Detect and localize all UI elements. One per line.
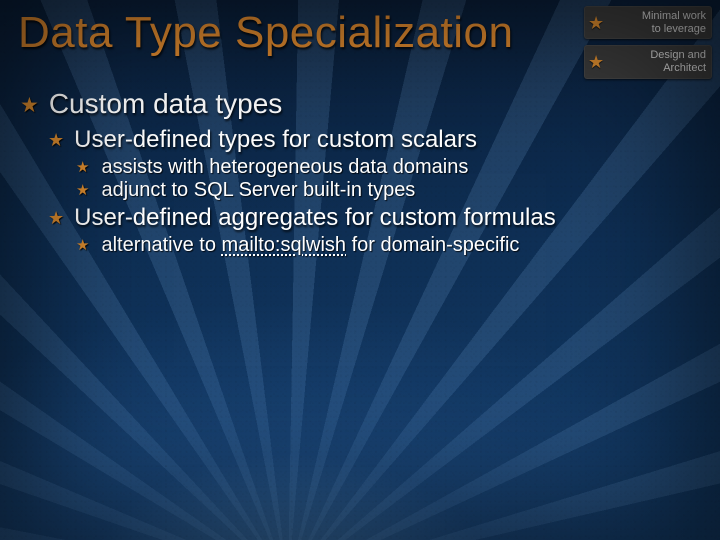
star-icon: ★ [76, 158, 89, 176]
bullet-text: adjunct to SQL Server built-in types [101, 179, 415, 202]
star-icon: ★ [588, 53, 604, 71]
list-item: ★ alternative to mailto:sqlwish for doma… [76, 234, 700, 257]
slide-title: Data Type Specialization [18, 8, 513, 58]
list-item: ★ User-defined aggregates for custom for… [48, 204, 700, 257]
badge-stack: ★ Minimal work to leverage ★ Design and … [584, 6, 712, 85]
slide: Data Type Specialization ★ Minimal work … [0, 0, 720, 540]
bullet-text: alternative to mailto:sqlwish for domain… [101, 234, 519, 257]
bullet-text: assists with heterogeneous data domains [101, 156, 468, 179]
star-icon: ★ [48, 208, 64, 229]
star-icon: ★ [76, 181, 89, 199]
badge-minimal-work: ★ Minimal work to leverage [584, 6, 712, 39]
bullet-text: Custom data types [49, 88, 282, 120]
badge-text: Minimal work to leverage [610, 10, 706, 35]
star-icon: ★ [76, 236, 89, 254]
badge-text: Design and Architect [610, 49, 706, 74]
mailto-link[interactable]: mailto:sqlwish [222, 234, 346, 256]
bullet-text: User-defined aggregates for custom formu… [74, 204, 556, 232]
badge-design-architect: ★ Design and Architect [584, 45, 712, 78]
star-icon: ★ [588, 14, 604, 32]
list-item: ★ User-defined types for custom scalars … [48, 126, 700, 202]
bullet-text: User-defined types for custom scalars [74, 126, 477, 154]
list-item: ★ adjunct to SQL Server built-in types [76, 179, 700, 202]
list-item: ★ Custom data types ★ User-defined types… [20, 88, 700, 257]
star-icon: ★ [48, 130, 64, 151]
star-icon: ★ [20, 93, 39, 118]
list-item: ★ assists with heterogeneous data domain… [76, 156, 700, 179]
slide-body: ★ Custom data types ★ User-defined types… [20, 88, 700, 263]
